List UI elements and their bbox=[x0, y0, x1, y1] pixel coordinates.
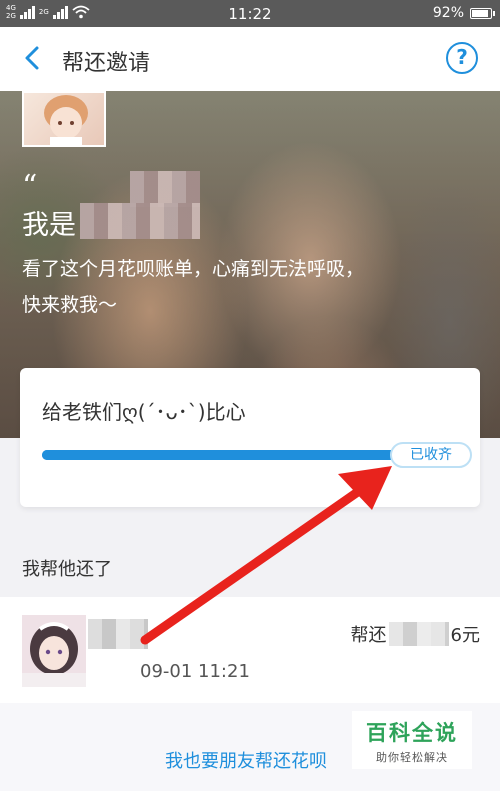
blurred-name-top bbox=[130, 171, 200, 207]
watermark-title: 百科全说 bbox=[366, 721, 458, 745]
back-arrow-icon[interactable] bbox=[18, 43, 48, 73]
request-message: 看了这个月花呗账单，心痛到无法呼吸，快来救我～ bbox=[22, 258, 365, 316]
requester-name: 我是 bbox=[22, 203, 76, 242]
help-amount: 帮还 6元 bbox=[351, 621, 480, 647]
blurred-amount bbox=[388, 622, 449, 646]
goal-title: 给老铁们ღ(´･ᴗ･`)比心 bbox=[42, 400, 246, 424]
help-icon[interactable]: ? bbox=[446, 42, 478, 74]
help-time: 09-01 11:21 bbox=[140, 661, 250, 682]
battery-icon bbox=[470, 7, 495, 19]
progress-bar bbox=[42, 450, 402, 460]
progress-fill bbox=[42, 450, 402, 460]
requester-avatar bbox=[22, 91, 106, 147]
blurred-helper-name bbox=[88, 619, 148, 649]
watermark-logo: 百科全说 助你轻松解决 bbox=[352, 711, 472, 769]
list-item[interactable]: 09-01 11:21 帮还 6元 bbox=[0, 597, 500, 703]
help-amount-prefix: 帮还 bbox=[350, 625, 387, 646]
status-bar: 4G 2G 2G 11:22 92% bbox=[0, 0, 500, 27]
name-prefix: 我是 bbox=[22, 210, 76, 241]
clock: 11:22 bbox=[228, 5, 272, 23]
avatar bbox=[22, 615, 86, 687]
anime-avatar-icon bbox=[44, 95, 88, 145]
section-title: 我帮他还了 bbox=[22, 559, 112, 580]
battery-status: 92% bbox=[432, 5, 495, 21]
anime-girl-avatar-icon bbox=[22, 615, 86, 687]
watermark-subtitle: 助你轻松解决 bbox=[376, 751, 448, 764]
quote-mark: “ bbox=[22, 169, 38, 204]
status-badge: 已收齐 bbox=[390, 442, 472, 468]
help-amount-suffix: 6元 bbox=[450, 625, 480, 646]
bottom-bar: 我也要朋友帮还花呗 百科全说 助你轻松解决 bbox=[0, 703, 500, 791]
battery-fill bbox=[472, 9, 488, 17]
goal-card: 给老铁们ღ(´･ᴗ･`)比心 已收齐 bbox=[20, 368, 480, 507]
nav-bar: 帮还邀请 ? bbox=[0, 27, 500, 91]
request-help-link[interactable]: 我也要朋友帮还花呗 bbox=[165, 747, 327, 773]
blurred-name bbox=[80, 203, 200, 239]
battery-percent: 92% bbox=[432, 5, 464, 21]
page-title: 帮还邀请 bbox=[62, 51, 151, 76]
